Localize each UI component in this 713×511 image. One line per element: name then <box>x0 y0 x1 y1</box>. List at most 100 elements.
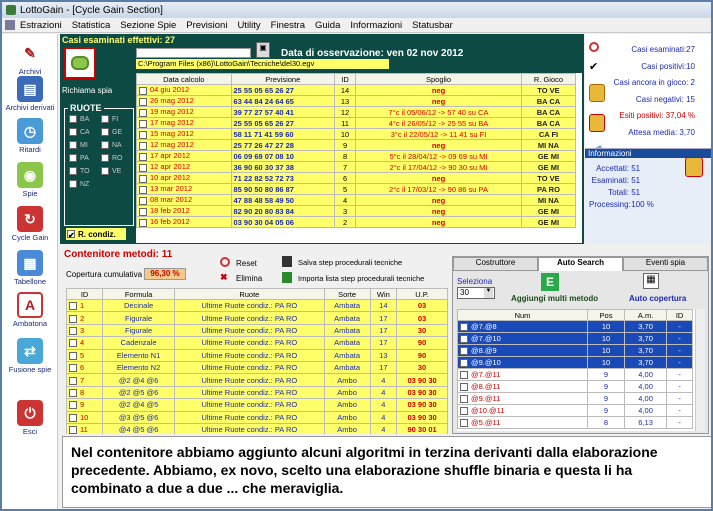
table-row[interactable]: 7 @2 @4 @6 Ultime Ruote condiz.: PA RO Ambo… <box>66 373 448 387</box>
table-row[interactable]: 3 Figurale Ultime Ruote condiz.: PA RO Amba… <box>66 323 448 338</box>
ruota-ca[interactable]: CA <box>69 128 101 136</box>
ruota-checkbox[interactable] <box>69 141 77 149</box>
table-row[interactable]: 15 mag 2012 58 11 71 41 59 60 10 3°c il 22/… <box>136 128 577 140</box>
row-checkbox[interactable] <box>139 141 147 150</box>
row-checkbox[interactable] <box>460 395 468 403</box>
table-row[interactable]: 17 mag 2012 25 55 05 65 26 27 11 4°c il 26/… <box>136 117 577 129</box>
table-row[interactable]: 12 apr 2012 36 90 60 30 37 38 7 2°c il 17/0… <box>136 161 577 173</box>
path-field[interactable]: C:\Program Files (x86)\LottoGain\Tecnich… <box>136 59 389 69</box>
ruota-checkbox[interactable] <box>101 154 109 162</box>
ruota-checkbox[interactable] <box>101 141 109 149</box>
richiama-spia-button[interactable] <box>64 47 96 79</box>
ruota-ro[interactable]: RO <box>101 154 133 162</box>
row-checkbox[interactable] <box>69 364 77 373</box>
autosearch-scrollbar[interactable] <box>695 309 705 431</box>
sidebar-item-spie[interactable]: ◉ Spie <box>2 162 58 198</box>
ruota-mi[interactable]: MI <box>69 141 101 149</box>
row-checkbox[interactable] <box>460 383 468 391</box>
row-checkbox[interactable] <box>139 97 147 106</box>
sidebar-item-cycle-gain[interactable]: ↻ Cycle Gain <box>2 206 58 242</box>
table-row[interactable]: 04 giu 2012 25 55 05 65 26 27 14 neg TO VE <box>136 84 577 96</box>
floppy-icon[interactable] <box>282 256 292 267</box>
column-header[interactable]: Num <box>457 309 588 321</box>
copertura-button[interactable]: Auto copertura <box>629 294 686 303</box>
column-header[interactable]: ID <box>333 73 357 85</box>
ruota-na[interactable]: NA <box>101 141 133 149</box>
row-checkbox[interactable] <box>460 407 468 415</box>
menu-statusbar[interactable]: Statusbar <box>407 20 458 31</box>
column-header[interactable]: Ruote <box>174 288 325 300</box>
ruota-checkbox[interactable] <box>101 115 109 123</box>
ruota-ba[interactable]: BA <box>69 115 101 123</box>
save-disk-icon[interactable]: ▣ <box>256 42 270 58</box>
row-checkbox[interactable] <box>460 335 468 343</box>
row-checkbox[interactable] <box>69 326 77 335</box>
table-row[interactable]: @7.@10 10 3,70 - <box>457 332 693 345</box>
row-checkbox[interactable] <box>460 347 468 355</box>
row-checkbox[interactable] <box>139 108 147 117</box>
column-header[interactable]: Spoglio <box>355 73 522 85</box>
menu-sezione-spie[interactable]: Sezione Spie <box>115 20 181 31</box>
ruota-fi[interactable]: FI <box>101 115 133 123</box>
menu-informazioni[interactable]: Informazioni <box>345 20 407 31</box>
row-checkbox[interactable] <box>460 419 468 427</box>
table-row[interactable]: 19 mag 2012 39 77 27 57 40 41 12 7°c il 05/… <box>136 106 577 118</box>
menu-guida[interactable]: Guida <box>310 20 345 31</box>
table-row[interactable]: 26 mag 2012 63 44 84 24 64 65 13 neg BA CA <box>136 95 577 107</box>
r-condiz-checkbox[interactable]: ✔ R. condiz. <box>66 228 126 240</box>
row-checkbox[interactable] <box>139 196 147 205</box>
column-header[interactable]: Data calcolo <box>136 73 232 85</box>
tab-costruttore[interactable]: Costruttore <box>453 257 538 271</box>
table-row[interactable]: 2 Figurale Ultime Ruote condiz.: PA RO Amba… <box>66 311 448 325</box>
sidebar-item-esci[interactable]: ⏻ Esci <box>2 400 58 436</box>
seleziona-select[interactable]: 30 ▼ <box>457 287 495 299</box>
column-header[interactable]: U.P. <box>396 288 448 300</box>
table-row[interactable]: 4 Cadenzale Ultime Ruote condiz.: PA RO Amb… <box>66 336 448 350</box>
row-checkbox[interactable] <box>139 163 147 172</box>
column-header[interactable]: ID <box>66 288 104 300</box>
table-row[interactable]: 10 @3 @5 @6 Ultime Ruote condiz.: PA RO Amb… <box>66 410 448 424</box>
table-row[interactable]: 10 apr 2012 71 22 82 52 72 73 6 neg TO VE <box>136 172 577 184</box>
row-checkbox[interactable] <box>139 119 147 128</box>
r-condiz-check[interactable]: ✔ <box>67 230 75 240</box>
menu-finestra[interactable]: Finestra <box>266 20 310 31</box>
table-row[interactable]: @9.@10 10 3,70 - <box>457 356 693 369</box>
row-checkbox[interactable] <box>69 388 77 397</box>
ruota-to[interactable]: TO <box>69 167 101 175</box>
table-row[interactable]: 13 mar 2012 85 90 50 80 86 87 5 2°c il 17/0… <box>136 183 577 195</box>
sidebar-item-tabellone[interactable]: ▦ Tabellone <box>2 250 58 286</box>
chevron-down-icon[interactable]: ▼ <box>484 288 493 298</box>
column-header[interactable]: A.m. <box>624 309 668 321</box>
row-checkbox[interactable] <box>69 351 77 360</box>
row-checkbox[interactable] <box>69 401 77 410</box>
row-checkbox[interactable] <box>139 174 147 183</box>
reset-icon[interactable] <box>220 257 230 267</box>
ruota-checkbox[interactable] <box>69 128 77 136</box>
path-scrollbar[interactable] <box>136 48 251 58</box>
table-row[interactable]: 11 @4 @5 @6 Ultime Ruote condiz.: PA RO Amb… <box>66 422 448 434</box>
ruota-checkbox[interactable] <box>69 167 77 175</box>
table-row[interactable]: @9.@11 9 4,00 - <box>457 392 693 405</box>
ruota-checkbox[interactable] <box>69 180 77 188</box>
reset-button[interactable]: Reset <box>236 259 257 268</box>
table-row[interactable]: 1 Decinale Ultime Ruote condiz.: PA RO Amba… <box>66 298 448 313</box>
row-checkbox[interactable] <box>460 371 468 379</box>
row-checkbox[interactable] <box>69 339 77 348</box>
row-checkbox[interactable] <box>69 413 77 422</box>
aggiungi-button[interactable]: Aggiungi multi metodo <box>511 294 598 303</box>
row-checkbox[interactable] <box>69 302 77 311</box>
table-row[interactable]: @8.@9 10 3,70 - <box>457 344 693 357</box>
row-checkbox[interactable] <box>460 323 468 331</box>
elimina-button[interactable]: Elimina <box>236 274 262 283</box>
row-checkbox[interactable] <box>460 359 468 367</box>
menu-statistica[interactable]: Statistica <box>67 20 116 31</box>
table-row[interactable]: @10.@11 9 4,00 - <box>457 404 693 417</box>
ruota-ge[interactable]: GE <box>101 128 133 136</box>
table-row[interactable]: @5.@11 8 6,13 - <box>457 416 693 429</box>
table-row[interactable]: 8 @2 @5 @6 Ultime Ruote condiz.: PA RO Ambo… <box>66 385 448 400</box>
ruota-checkbox[interactable] <box>101 167 109 175</box>
column-header[interactable]: Pos <box>586 309 626 321</box>
sidebar-item-fusione-spie[interactable]: ⇄ Fusione spie <box>2 338 58 374</box>
table-row[interactable]: 9 @2 @4 @5 Ultime Ruote condiz.: PA RO Ambo… <box>66 398 448 412</box>
tab-auto-search[interactable]: Auto Search <box>538 257 623 271</box>
